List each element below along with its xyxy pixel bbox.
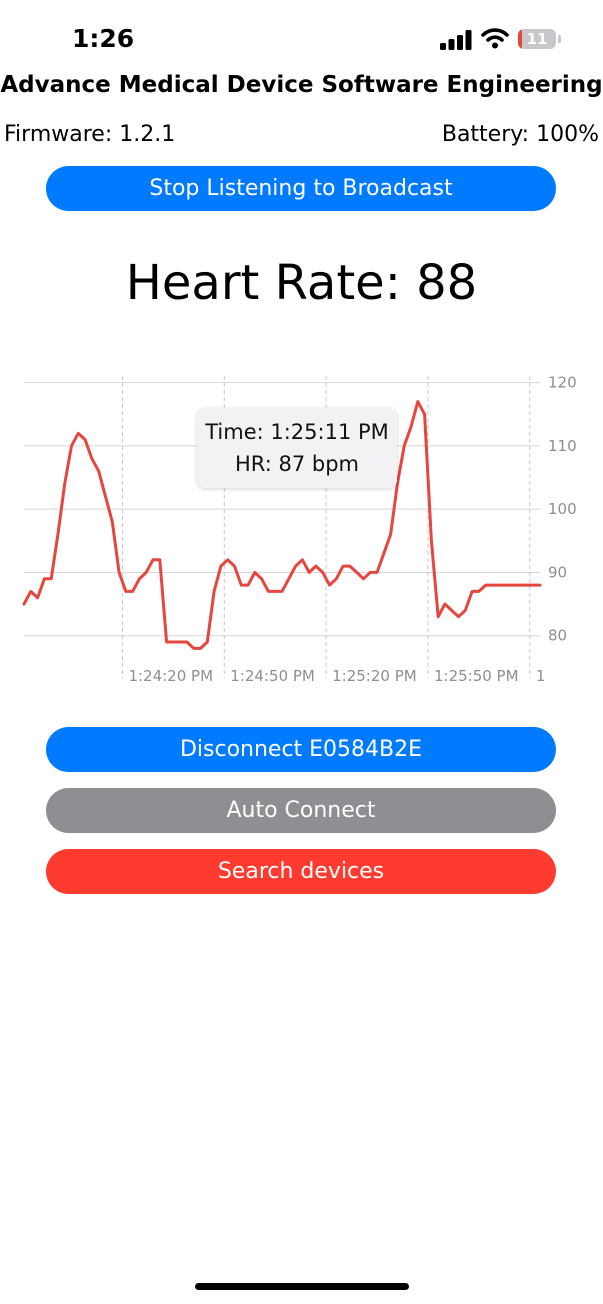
battery-body: 11 (518, 29, 556, 49)
xtick-label-0: 1:24:20 PM (128, 667, 213, 685)
ytick-label-120: 120 (548, 374, 577, 392)
battery-icon: 11 (518, 29, 564, 51)
heart-rate-readout: Heart Rate: 88 (125, 255, 478, 311)
wifi-icon (481, 28, 509, 49)
xtick-label-2: 1:25:20 PM (332, 667, 417, 685)
xtick-label-1: 1:24:50 PM (230, 667, 315, 685)
stop-listening-button[interactable]: Stop Listening to Broadcast (46, 166, 556, 211)
auto-connect-button[interactable]: Auto Connect (46, 788, 556, 833)
firmware-version: Firmware: 1.2.1 (4, 122, 176, 147)
ytick-label-110: 110 (548, 437, 577, 455)
xtick-label-4: 1 (536, 667, 546, 685)
battery-cap (558, 35, 561, 43)
app-title: Advance Medical Device Software Engineer… (0, 72, 603, 98)
status-bar: 1:26 11 (0, 0, 603, 80)
search-devices-button[interactable]: Search devices (46, 849, 556, 894)
cellular-signal-icon (440, 30, 472, 50)
home-indicator (195, 1283, 409, 1290)
chart-tooltip: Time: 1:25:11 PM HR: 87 bpm (197, 408, 397, 488)
ytick-label-100: 100 (548, 500, 577, 518)
ytick-label-90: 90 (548, 563, 567, 581)
tooltip-heart-rate: HR: 87 bpm (234, 452, 359, 476)
tooltip-time: Time: 1:25:11 PM (205, 420, 389, 444)
device-battery-level: Battery: 100% (441, 122, 599, 147)
ytick-label-80: 80 (548, 627, 567, 645)
xtick-label-3: 1:25:50 PM (434, 667, 519, 685)
disconnect-button[interactable]: Disconnect E0584B2E (46, 727, 556, 772)
battery-percent-text: 11 (526, 30, 548, 48)
status-time: 1:26 (72, 24, 135, 53)
